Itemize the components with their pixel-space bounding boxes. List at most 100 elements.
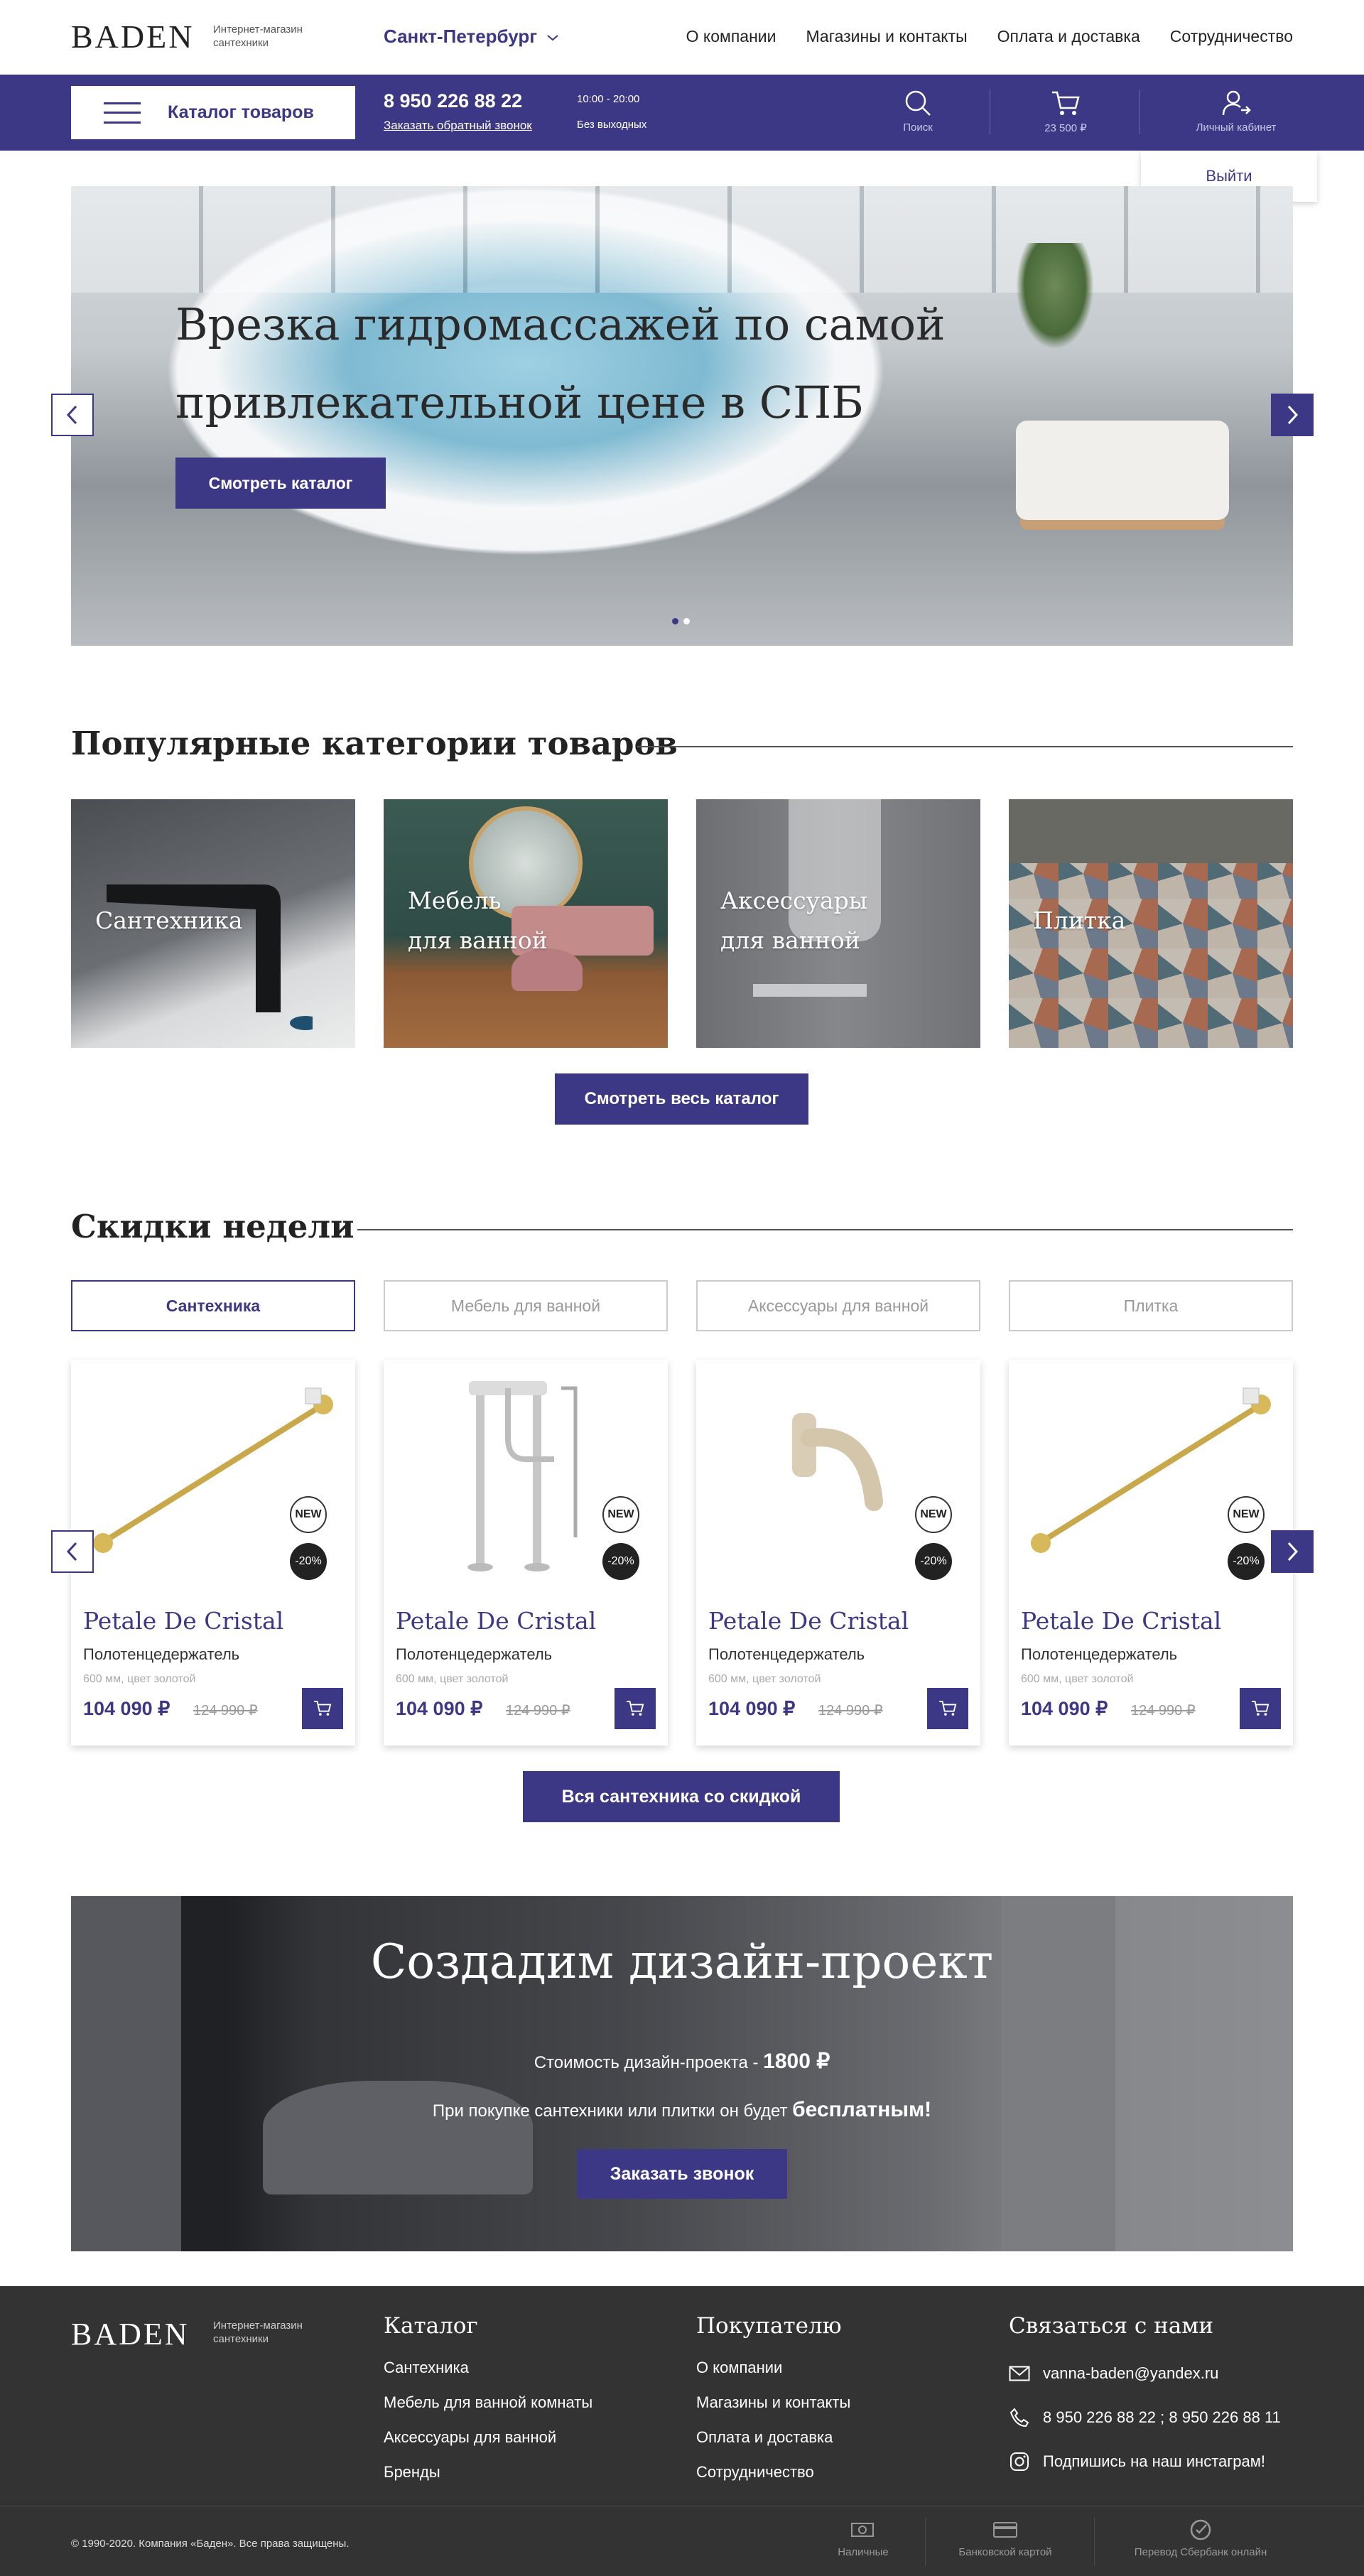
product-price: 104 090 ₽ xyxy=(708,1698,796,1719)
promo-free-value: бесплатным! xyxy=(792,2098,932,2121)
nav-about[interactable]: О компании xyxy=(686,27,776,46)
tab-accessories[interactable]: Аксессуары для ванной xyxy=(696,1280,980,1331)
add-to-cart-button[interactable] xyxy=(615,1688,656,1729)
promo-price-line: Стоимость дизайн-проекта - 1800 ₽ xyxy=(71,2049,1293,2074)
category-card-accessories[interactable]: Аксессуары для ванной xyxy=(696,799,980,1048)
nav-payment-delivery[interactable]: Оплата и доставка xyxy=(997,27,1140,46)
hero-plant-decor xyxy=(1016,243,1094,350)
tab-plumbing[interactable]: Сантехника xyxy=(71,1280,355,1331)
discount-badge: -20% xyxy=(1228,1543,1265,1580)
footer-email[interactable]: vanna-baden@yandex.ru xyxy=(1009,2352,1281,2396)
product-type: Полотенцедержатель xyxy=(396,1645,553,1663)
callback-link[interactable]: Заказать обратный звонок xyxy=(384,119,532,133)
cart-button[interactable]: 23 500 ₽ xyxy=(1023,86,1108,134)
account-label: Личный кабинет xyxy=(1196,121,1277,134)
product-card[interactable]: NEW -20% Petale De Cristal Полотенцедерж… xyxy=(696,1360,980,1746)
promo-title: Создадим дизайн-проект xyxy=(370,1934,994,1989)
discount-badge: -20% xyxy=(915,1543,952,1580)
footer-buyer-title: Покупателю xyxy=(696,2313,842,2339)
products-prev-button[interactable] xyxy=(51,1530,94,1573)
chevron-left-icon xyxy=(66,405,77,425)
view-all-catalog-button[interactable]: Смотреть весь каталог xyxy=(555,1073,808,1125)
footer-phones[interactable]: 8 950 226 88 22 ; 8 950 226 88 11 xyxy=(1009,2396,1281,2440)
category-card-furniture[interactable]: Мебель для ванной xyxy=(384,799,668,1048)
nav-cooperation[interactable]: Сотрудничество xyxy=(1170,27,1293,46)
footer-link[interactable]: Бренды xyxy=(384,2463,592,2498)
faucet-illustration xyxy=(107,884,313,1030)
category-label-line2: для ванной xyxy=(408,926,548,954)
footer-instagram[interactable]: Подпишись на наш инстаграм! xyxy=(1009,2440,1281,2484)
product-card[interactable]: NEW -20% Petale De Cristal Полотенцедерж… xyxy=(71,1360,355,1746)
working-hours: 10:00 - 20:00 xyxy=(577,93,640,105)
footer-logo-tagline: Интернет-магазин сантехники xyxy=(213,2320,303,2345)
new-badge: NEW xyxy=(290,1496,327,1533)
add-to-cart-button[interactable] xyxy=(1240,1688,1281,1729)
cart-icon xyxy=(314,1701,332,1716)
footer-link[interactable]: О компании xyxy=(696,2359,850,2393)
footer-phones-text: 8 950 226 88 22 ; 8 950 226 88 11 xyxy=(1043,2408,1281,2426)
catalog-menu-button[interactable]: Каталог товаров xyxy=(71,86,355,139)
payment-divider xyxy=(1094,2518,1095,2566)
product-name[interactable]: Petale De Cristal xyxy=(1021,1607,1221,1635)
credit-card-icon xyxy=(993,2522,1017,2538)
category-label: Плитка xyxy=(1033,901,1125,941)
category-label-line2: для ванной xyxy=(720,926,860,954)
product-name[interactable]: Petale De Cristal xyxy=(83,1607,283,1635)
footer-link[interactable]: Сотрудничество xyxy=(696,2463,850,2498)
add-to-cart-button[interactable] xyxy=(302,1688,343,1729)
products-next-button[interactable] xyxy=(1271,1530,1314,1573)
site-logo[interactable]: BADEN xyxy=(71,20,194,54)
hero-background-windows xyxy=(71,186,1293,293)
product-card[interactable]: NEW -20% Petale De Cristal Полотенцедерж… xyxy=(384,1360,668,1746)
search-button[interactable]: Поиск xyxy=(875,86,960,134)
add-to-cart-button[interactable] xyxy=(927,1688,968,1729)
footer-link[interactable]: Аксессуары для ванной xyxy=(384,2428,592,2463)
tab-furniture[interactable]: Мебель для ванной xyxy=(384,1280,668,1331)
header-phone[interactable]: 8 950 226 88 22 xyxy=(384,90,522,112)
all-discounts-button[interactable]: Вся сантехника со скидкой xyxy=(523,1771,840,1822)
design-project-banner: Создадим дизайн-проект Стоимость дизайн-… xyxy=(71,1896,1293,2251)
product-type: Полотенцедержатель xyxy=(83,1645,240,1663)
category-card-plumbing[interactable]: Сантехника xyxy=(71,799,355,1048)
hero-catalog-button[interactable]: Смотреть каталог xyxy=(175,458,386,509)
footer-catalog-column: Каталог Сантехника Мебель для ванной ком… xyxy=(384,2313,592,2498)
nav-stores[interactable]: Магазины и контакты xyxy=(806,27,968,46)
footer-logo[interactable]: BADEN xyxy=(71,2316,190,2352)
product-spec: 600 мм, цвет золотой xyxy=(396,1673,509,1685)
footer-link[interactable]: Сантехника xyxy=(384,2359,592,2393)
new-badge: NEW xyxy=(1228,1496,1265,1533)
footer-contact-title: Связаться с нами xyxy=(1009,2313,1214,2339)
user-icon xyxy=(1222,90,1251,116)
footer-link[interactable]: Оплата и доставка xyxy=(696,2428,850,2463)
slider-dots xyxy=(672,618,690,624)
footer-link[interactable]: Мебель для ванной комнаты xyxy=(384,2393,592,2428)
city-selector[interactable]: Санкт-Петербург xyxy=(384,26,559,48)
category-label-line1: Аксессуары xyxy=(720,887,868,914)
hero-next-button[interactable] xyxy=(1271,394,1314,436)
slider-dot-active[interactable] xyxy=(672,618,678,624)
product-spec: 600 мм, цвет золотой xyxy=(1021,1673,1134,1685)
search-icon xyxy=(905,90,931,116)
toolbar-divider xyxy=(1139,90,1140,134)
footer-link[interactable]: Магазины и контакты xyxy=(696,2393,850,2428)
tab-tile[interactable]: Плитка xyxy=(1009,1280,1293,1331)
logo-tagline: Интернет-магазин сантехники xyxy=(213,23,303,49)
categories-title: Популярные категории товаров xyxy=(71,725,678,762)
top-nav: О компании Магазины и контакты Оплата и … xyxy=(686,27,1293,46)
product-old-price: 124 990 ₽ xyxy=(193,1703,258,1719)
footer-instagram-text: Подпишись на наш инстаграм! xyxy=(1043,2452,1265,2470)
city-name: Санкт-Петербург xyxy=(384,26,538,47)
account-button[interactable]: Личный кабинет xyxy=(1179,86,1293,134)
hero-prev-button[interactable] xyxy=(51,394,94,436)
chevron-left-icon xyxy=(66,1542,77,1562)
product-name[interactable]: Petale De Cristal xyxy=(708,1607,909,1635)
order-call-button[interactable]: Заказать звонок xyxy=(577,2149,787,2199)
promo-price-value: 1800 ₽ xyxy=(763,2050,830,2073)
slider-dot[interactable] xyxy=(683,618,690,624)
category-card-tile[interactable]: Плитка xyxy=(1009,799,1293,1048)
product-name[interactable]: Petale De Cristal xyxy=(396,1607,596,1635)
search-label: Поиск xyxy=(903,121,933,134)
promo-free-line: При покупке сантехники или плитки он буд… xyxy=(71,2098,1293,2122)
product-card[interactable]: NEW -20% Petale De Cristal Полотенцедерж… xyxy=(1009,1360,1293,1746)
chevron-right-icon xyxy=(1287,1542,1299,1562)
